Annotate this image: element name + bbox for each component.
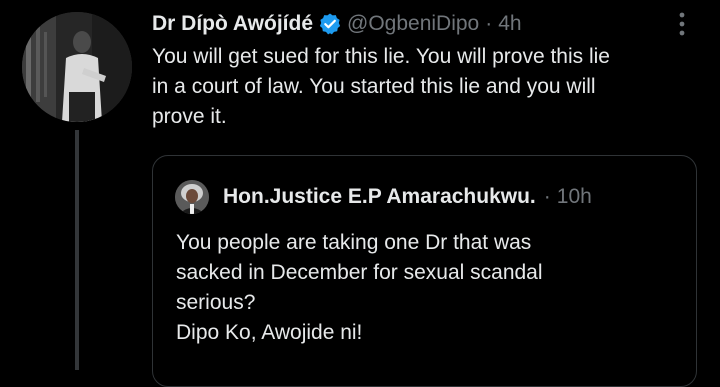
tweet-text-line: You will get sued for this lie. You will… — [152, 45, 610, 68]
tweet-text-line: prove it. — [152, 105, 227, 128]
quoted-tweet-text: You people are taking one Dr that was sa… — [176, 228, 676, 348]
quoted-tweet-timestamp[interactable]: 10h — [557, 185, 592, 209]
quoted-text-line: You people are taking one Dr that was — [176, 231, 532, 254]
tweet-text-line: in a court of law. You started this lie … — [152, 75, 596, 98]
more-options-icon[interactable] — [672, 10, 692, 38]
tweet-header: Dr Dípò Awójídé @OgbeniDipo · 4h — [152, 8, 522, 40]
quoted-author-name[interactable]: Hon.Justice E.P Amarachukwu. — [223, 185, 536, 209]
author-avatar-photo — [22, 12, 132, 122]
quoted-tweet-header: Hon.Justice E.P Amarachukwu. · 10h — [175, 180, 592, 214]
author-avatar[interactable] — [22, 12, 132, 122]
verified-badge-icon[interactable] — [319, 13, 341, 35]
quoted-text-line: Dipo Ko, Awojide ni! — [176, 321, 363, 344]
quoted-tweet-card[interactable]: Hon.Justice E.P Amarachukwu. · 10h You p… — [152, 155, 697, 387]
quoted-text-line: serious? — [176, 291, 256, 314]
author-handle[interactable]: @OgbeniDipo — [347, 12, 479, 36]
tweet-text[interactable]: You will get sued for this lie. You will… — [152, 42, 700, 132]
quoted-author-avatar[interactable] — [175, 180, 209, 214]
tweet-timestamp[interactable]: 4h — [498, 12, 521, 36]
author-name[interactable]: Dr Dípò Awójídé — [152, 12, 313, 36]
quoted-author-avatar-photo — [175, 180, 209, 214]
header-separator: · — [485, 12, 493, 35]
quoted-text-line: sacked in December for sexual scandal — [176, 261, 543, 284]
quoted-header-separator: · — [543, 185, 551, 208]
thread-connector-line — [75, 130, 79, 370]
